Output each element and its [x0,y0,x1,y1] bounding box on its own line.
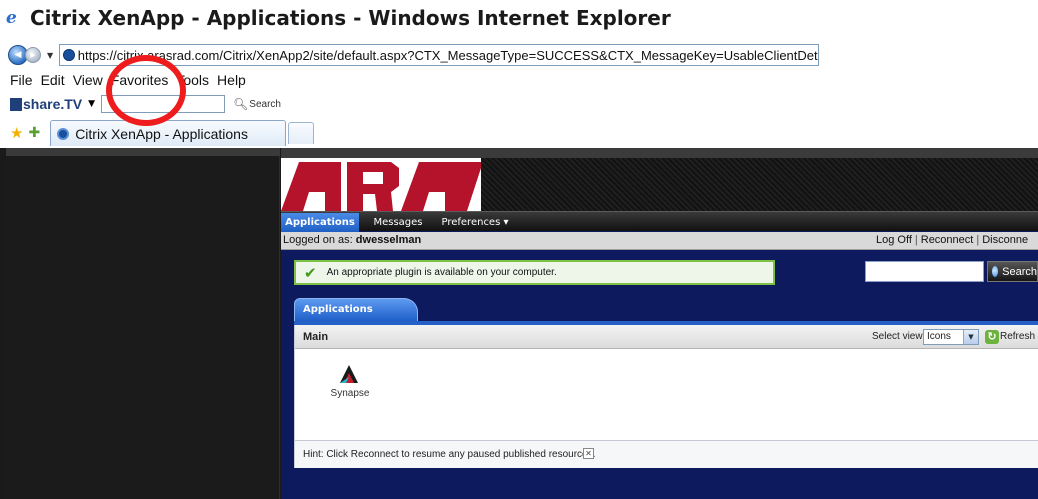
app-search-button[interactable]: Search [987,261,1038,282]
app-label-synapse: Synapse [330,388,370,399]
panel-toolbar: Main Select view: Icons ▼ ↻ Refresh [295,325,1038,349]
window-titlebar: e Citrix XenApp - Applications - Windows… [0,0,1038,36]
menu-edit[interactable]: Edit [41,72,65,92]
disconnect-link[interactable]: Disconne [982,234,1028,246]
sharetv-dropdown-icon[interactable]: ▼ [88,99,95,109]
plugin-status-text: An appropriate plugin is available on yo… [326,267,557,278]
search-button-label: Search [1002,265,1037,278]
page-viewport: Applications Messages Preferences ▾ Logg… [0,148,1038,499]
ie-logo-icon: e [6,8,17,28]
address-url[interactable]: https://citrix.arasrad.com/Citrix/XenApp… [78,48,818,63]
select-view-label: Select view: [872,331,926,342]
tab-preferences[interactable]: Preferences ▾ [435,213,515,232]
highlight-circle [106,55,186,126]
plugin-status-message: ✔ An appropriate plugin is available on … [294,260,775,285]
folder-breadcrumb[interactable]: Main [303,331,328,343]
refresh-button[interactable]: Refresh [1000,331,1035,342]
tab-applications[interactable]: Applications [281,213,359,232]
menu-view[interactable]: View [73,72,103,92]
logged-on-user: dwesselman [355,234,422,246]
ara-logo [281,158,481,211]
browser-tab-active[interactable]: Citrix XenApp - Applications [50,120,287,146]
site-header [281,148,1038,211]
hint-bar: Hint: Click Reconnect to resume any paus… [295,440,1038,468]
logged-on-prefix: Logged on as: [283,234,356,246]
browser-tab-label: Citrix XenApp - Applications [75,125,248,142]
sharetv-logo-text: share.TV [23,96,83,112]
sharetv-icon [10,98,22,111]
applications-panel-tab[interactable]: Applications [294,298,418,321]
link-separator: | [914,234,918,246]
left-pane-strip [6,148,280,156]
sharetv-logo[interactable]: share.TV [10,96,82,112]
hint-text: Hint: Click Reconnect to resume any paus… [303,449,596,460]
sharetv-search-button[interactable]: Search [249,99,281,110]
reconnect-link[interactable]: Reconnect [921,234,974,246]
favorites-star-icon[interactable]: ★ [10,124,23,142]
tab-messages[interactable]: Messages [365,213,431,232]
tab-favicon-icon [57,127,70,140]
checkmark-icon: ✔ [304,263,317,282]
forward-button[interactable]: ▶ [25,47,41,63]
left-dark-pane [6,148,280,499]
window-title: Citrix XenApp - Applications - Windows I… [30,6,671,30]
site-header-strip [281,148,1038,158]
log-off-link[interactable]: Log Off [876,234,912,246]
close-icon[interactable]: ✕ [583,448,594,459]
forward-arrow-icon: ▶ [30,51,36,59]
recent-pages-dropdown-icon[interactable]: ▼ [47,51,53,60]
back-arrow-icon: ◀ [14,50,22,60]
citrix-site: Applications Messages Preferences ▾ Logg… [281,148,1038,499]
applications-panel: Applications Main Select view: Icons ▼ ↻… [294,298,1038,468]
new-tab-button[interactable] [288,122,315,144]
site-favicon-icon [63,49,75,61]
add-favorite-icon[interactable]: ✚ [28,125,40,141]
menu-file[interactable]: File [10,72,33,92]
view-select-value: Icons [927,331,951,342]
address-bar[interactable]: https://citrix.arasrad.com/Citrix/XenApp… [59,44,820,66]
link-separator: | [976,234,980,246]
menu-help[interactable]: Help [217,72,246,92]
applications-panel-body: Main Select view: Icons ▼ ↻ Refresh Syna… [294,325,1038,468]
chevron-down-icon[interactable]: ▼ [963,330,978,344]
session-links: Log Off | Reconnect | Disconne [876,234,1028,246]
search-icon[interactable]: 🔍︎ [233,97,248,111]
refresh-icon[interactable]: ↻ [985,330,999,344]
synapse-app-icon [340,365,358,383]
app-item-synapse[interactable]: Synapse [323,361,383,411]
view-select[interactable]: Icons ▼ [923,329,979,345]
logon-bar: Logged on as: dwesselman Log Off | Reconne… [281,232,1038,250]
site-nav: Applications Messages Preferences ▾ [281,211,1038,232]
app-search-input[interactable] [865,261,984,282]
search-icon [992,266,999,277]
logged-on-label: Logged on as: dwesselman [283,234,421,246]
